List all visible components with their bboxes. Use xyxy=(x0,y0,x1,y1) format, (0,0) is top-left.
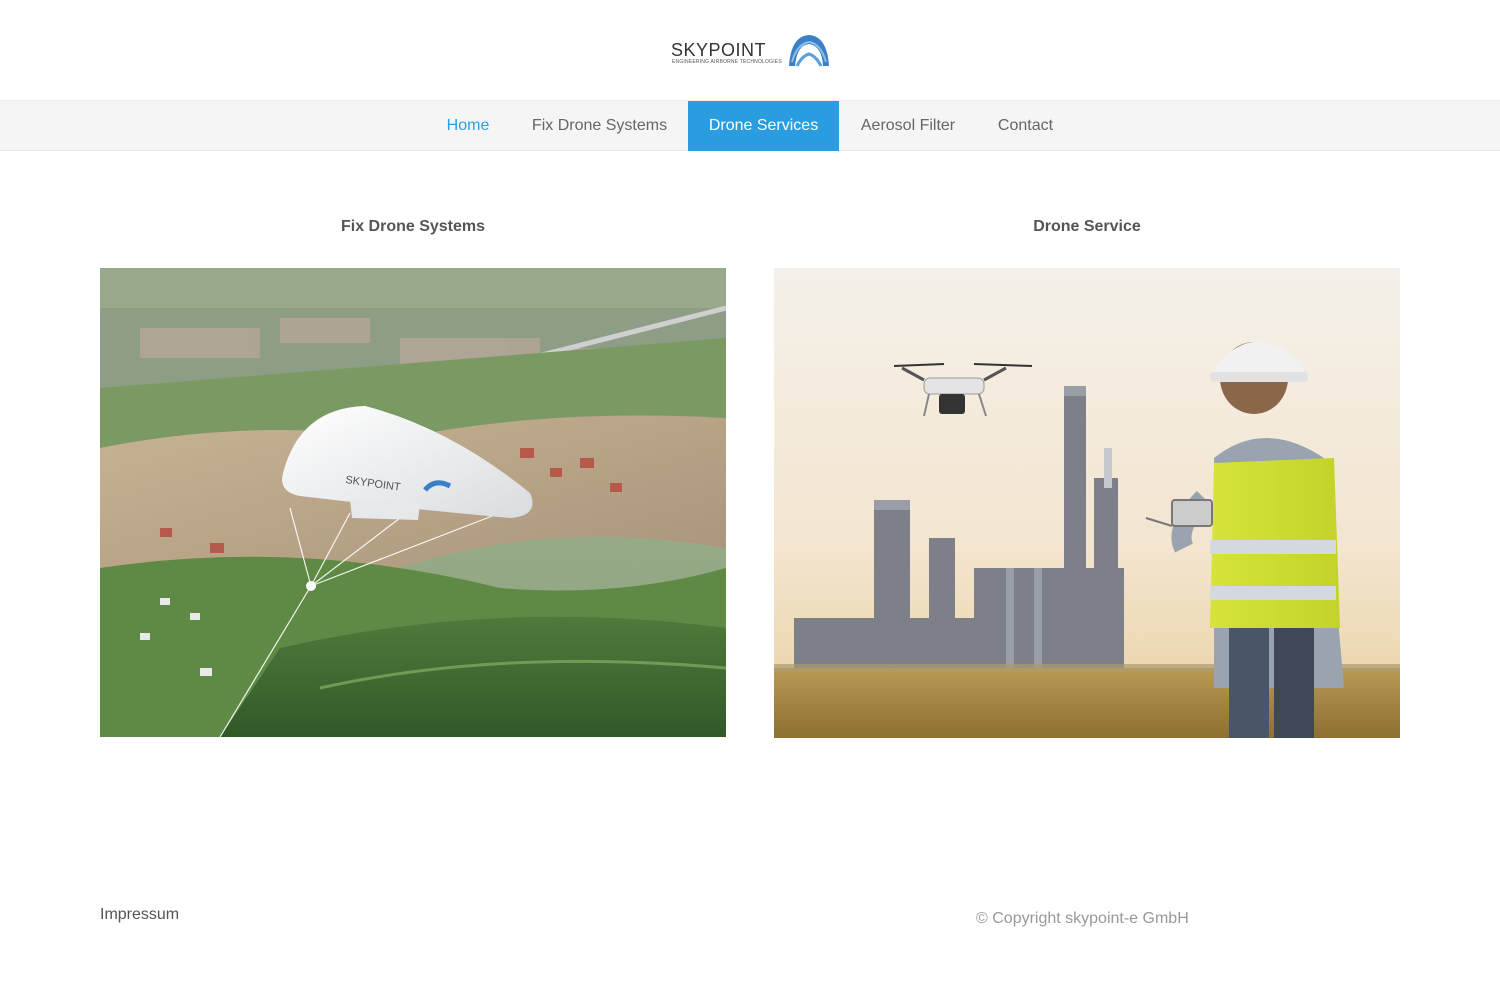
nav-aerosol-filter[interactable]: Aerosol Filter xyxy=(839,101,977,151)
nav-fix-drone-systems[interactable]: Fix Drone Systems xyxy=(511,101,688,151)
copyright-text: © Copyright skypoint-e GmbH xyxy=(976,910,1189,927)
aerial-aerostat-illustration: SKYPOINT xyxy=(100,268,726,737)
logo-wordmark: SKYPOINT xyxy=(671,40,767,60)
skypoint-arc-icon xyxy=(789,35,829,67)
fix-drone-systems-image[interactable]: SKYPOINT xyxy=(100,268,726,737)
main-navigation-bar: Home Fix Drone Systems Drone Services Ae… xyxy=(0,100,1500,151)
fix-drone-systems-heading: Fix Drone Systems xyxy=(340,218,486,235)
nav-contact[interactable]: Contact xyxy=(977,101,1074,151)
nav-home[interactable]: Home xyxy=(425,101,511,151)
drone-service-image[interactable] xyxy=(774,268,1400,738)
logo-tagline: ENGINEERING AIRBORNE TECHNOLOGIES xyxy=(672,59,782,65)
site-header: SKYPOINT ENGINEERING AIRBORNE TECHNOLOGI… xyxy=(0,0,1500,100)
engineer-drone-illustration xyxy=(774,268,1400,738)
nav-drone-services[interactable]: Drone Services xyxy=(688,101,839,151)
drone-service-heading: Drone Service xyxy=(1033,218,1141,235)
site-logo[interactable]: SKYPOINT ENGINEERING AIRBORNE TECHNOLOGI… xyxy=(671,32,831,68)
impressum-link[interactable]: Impressum xyxy=(100,906,179,924)
main-nav: Home Fix Drone Systems Drone Services Ae… xyxy=(0,101,1500,151)
